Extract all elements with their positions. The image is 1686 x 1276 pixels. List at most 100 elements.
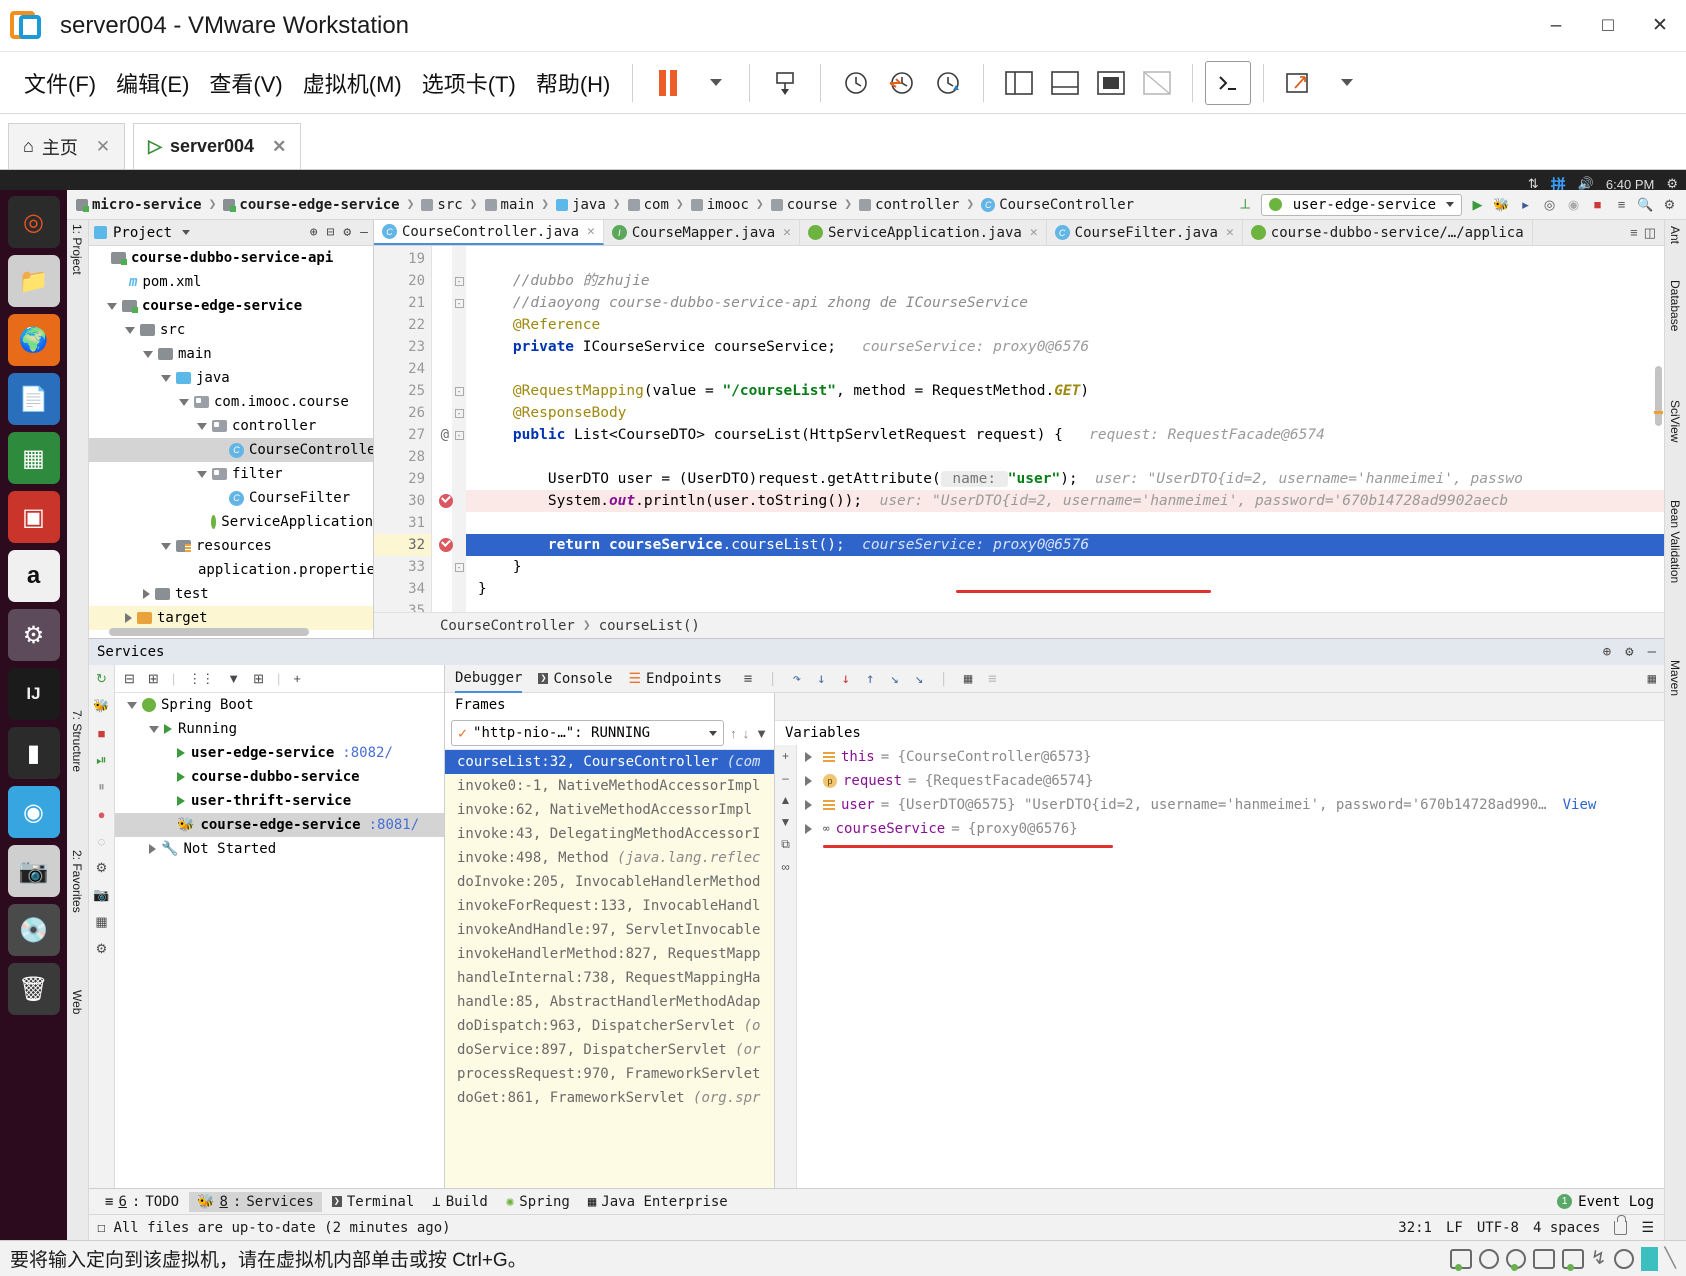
- expand-all-icon[interactable]: ⊟: [124, 671, 135, 687]
- line-separator[interactable]: LF: [1446, 1220, 1463, 1236]
- editor-tab-coursemapper[interactable]: I CourseMapper.java ✕: [604, 220, 800, 245]
- breadcrumb-item-controller[interactable]: controller: [856, 197, 962, 213]
- breadcrumb-item-course-edge-service[interactable]: course-edge-service: [220, 197, 402, 213]
- filter-icon[interactable]: ▼: [227, 671, 240, 686]
- step-out-icon[interactable]: ↑: [866, 671, 874, 687]
- menu-help[interactable]: 帮助(H): [526, 64, 621, 102]
- fold-icon[interactable]: -: [454, 298, 464, 308]
- vmware-tab-server004[interactable]: ▷ server004 ✕: [133, 123, 302, 169]
- variable-row-courseservice[interactable]: ∞ courseService = {proxy0@6576}: [797, 817, 1664, 841]
- services-locate-icon[interactable]: ⊕: [1603, 644, 1611, 660]
- suspend-button[interactable]: [645, 61, 691, 105]
- rerun-icon[interactable]: ↻: [93, 670, 111, 688]
- frame-item[interactable]: invokeAndHandle:97, ServletInvocable: [445, 918, 774, 942]
- manage-snapshots-icon[interactable]: [925, 61, 971, 105]
- close-icon[interactable]: ✕: [783, 225, 791, 240]
- editor-breadcrumb-class[interactable]: CourseController: [440, 618, 575, 634]
- tree-item-coursecontroller[interactable]: C CourseController: [89, 438, 373, 462]
- frame-item-current[interactable]: courseList:32, CourseController (com: [445, 750, 774, 774]
- editor-tab-list-icon[interactable]: ≡: [1630, 225, 1638, 240]
- close-icon[interactable]: ✕: [1030, 225, 1038, 240]
- snapshot-manager-icon[interactable]: [833, 61, 879, 105]
- dvd-icon[interactable]: 💿: [7, 904, 60, 956]
- menu-edit[interactable]: 编辑(E): [106, 64, 199, 102]
- group-by-icon[interactable]: ⋮⋮: [188, 671, 214, 687]
- cd-drive2-icon[interactable]: [1505, 1248, 1526, 1271]
- minimize-button[interactable]: –: [1530, 0, 1582, 52]
- tool-button-services[interactable]: 🐝 8: Services: [189, 1191, 322, 1212]
- chrome-icon[interactable]: ◉: [7, 786, 60, 838]
- stripe-structure[interactable]: 7: Structure: [70, 710, 84, 772]
- code-text[interactable]: //dubbo 的zhujie //diaoyong course-dubbo-…: [466, 246, 1664, 612]
- move-up-icon[interactable]: ▲: [780, 793, 792, 807]
- add-service-icon[interactable]: +: [293, 671, 301, 686]
- variable-row-request[interactable]: p request = {RequestFacade@6574}: [797, 769, 1664, 793]
- lock-icon[interactable]: [1614, 1214, 1628, 1235]
- editor-scrollbar[interactable]: [1655, 366, 1662, 426]
- impress-icon[interactable]: ▣: [7, 491, 60, 543]
- thread-selector[interactable]: ✓ "http-nio-…": RUNNING: [451, 720, 725, 746]
- service-node-user-edge-service[interactable]: user-edge-service:8082/: [115, 741, 444, 765]
- breadcrumb-item-coursecontroller[interactable]: C CourseController: [978, 197, 1137, 213]
- stripe-maven[interactable]: Maven: [1668, 660, 1682, 696]
- frame-item[interactable]: invoke:498, Method (java.lang.reflec: [445, 846, 774, 870]
- resume-program-icon[interactable]: ⏯: [93, 751, 111, 769]
- file-encoding[interactable]: UTF-8: [1477, 1220, 1519, 1236]
- breakpoint-icon[interactable]: [439, 538, 453, 552]
- resize-grip-icon[interactable]: ╲: [1665, 1247, 1676, 1270]
- network-adapter-icon[interactable]: [1561, 1248, 1584, 1271]
- editor-tab-coursecontroller[interactable]: C CourseController.java ✕: [374, 220, 604, 245]
- editor-split-icon[interactable]: ◫: [1644, 225, 1656, 241]
- breadcrumb-item-src[interactable]: src: [418, 197, 465, 213]
- tree-item-java[interactable]: java: [89, 366, 373, 390]
- add-tab-icon[interactable]: ⊞: [253, 671, 264, 687]
- profile-icon[interactable]: ◉: [1565, 196, 1582, 213]
- frame-item[interactable]: handleInternal:738, RequestMappingHa: [445, 966, 774, 990]
- variable-row-this[interactable]: this = {CourseController@6573}: [797, 745, 1664, 769]
- project-settings-icon[interactable]: ⚙: [343, 225, 351, 240]
- stretch-dropdown-icon[interactable]: [1322, 61, 1368, 105]
- debug-icon[interactable]: 🐝: [1493, 196, 1510, 213]
- maximize-button[interactable]: □: [1582, 0, 1634, 52]
- tab-console[interactable]: ❯ Console: [538, 665, 612, 693]
- frames-filter-icon[interactable]: ▼: [755, 726, 768, 741]
- close-icon[interactable]: ✕: [272, 137, 286, 157]
- tree-item-com-imooc-course[interactable]: com.imooc.course: [89, 390, 373, 414]
- settings-icon[interactable]: ⚙: [7, 609, 60, 661]
- tree-item-serviceapplication[interactable]: ServiceApplication: [89, 510, 373, 534]
- settings-icon[interactable]: ⚙: [93, 859, 111, 877]
- fold-icon[interactable]: -: [454, 562, 464, 572]
- usb-icon[interactable]: ↯: [1591, 1247, 1607, 1270]
- intellij-icon[interactable]: IJ: [7, 668, 60, 720]
- tab-debugger[interactable]: Debugger: [455, 665, 523, 693]
- tree-item-resources[interactable]: resources: [89, 534, 373, 558]
- step-over-icon[interactable]: ↷: [793, 671, 801, 687]
- indent-setting[interactable]: 4 spaces: [1533, 1220, 1600, 1236]
- run-to-cursor-icon[interactable]: ↘: [915, 671, 923, 687]
- variable-row-user[interactable]: user = {UserDTO@6575} "UserDTO{id=2, use…: [797, 793, 1664, 817]
- mute-breakpoints-icon[interactable]: ◌: [93, 832, 111, 850]
- tree-item-main[interactable]: main: [89, 342, 373, 366]
- show-bottom-pane-icon[interactable]: [1042, 61, 1088, 105]
- run-configuration-selector[interactable]: user-edge-service: [1260, 193, 1462, 216]
- tool-button-java-enterprise[interactable]: ▦ Java Enterprise: [580, 1192, 736, 1212]
- camera-icon[interactable]: 📷: [7, 845, 60, 897]
- more-run-icon[interactable]: ≡: [1613, 196, 1630, 213]
- view-breakpoints-icon[interactable]: ●: [93, 805, 111, 823]
- breadcrumb-item-course[interactable]: course: [768, 197, 841, 213]
- hard-disk-icon[interactable]: [1449, 1248, 1472, 1271]
- editor-tab-serviceapplication[interactable]: ServiceApplication.java ✕: [800, 220, 1047, 245]
- close-icon[interactable]: ✕: [1226, 225, 1234, 240]
- tree-item-coursefilter[interactable]: C CourseFilter: [89, 486, 373, 510]
- tree-item-filter[interactable]: filter: [89, 462, 373, 486]
- frame-item[interactable]: invoke:43, DelegatingMethodAccessorI: [445, 822, 774, 846]
- breadcrumb-item-com[interactable]: com: [625, 197, 672, 213]
- breakpoint-icon[interactable]: [439, 494, 453, 508]
- project-tree[interactable]: course-dubbo-service-api m pom.xml course…: [89, 246, 373, 638]
- menu-view[interactable]: 查看(V): [199, 64, 292, 102]
- frame-item[interactable]: invoke0:-1, NativeMethodAccessorImpl: [445, 774, 774, 798]
- tool-button-todo[interactable]: ≡ 6: TODO: [97, 1192, 187, 1212]
- service-node-running[interactable]: Running: [115, 717, 444, 741]
- code-editor[interactable]: 19 20 21 22 23 24 25 26 27 @ 28 29 30 31…: [374, 246, 1664, 612]
- service-node-course-edge-service[interactable]: 🐝 course-edge-service:8081/: [115, 813, 444, 837]
